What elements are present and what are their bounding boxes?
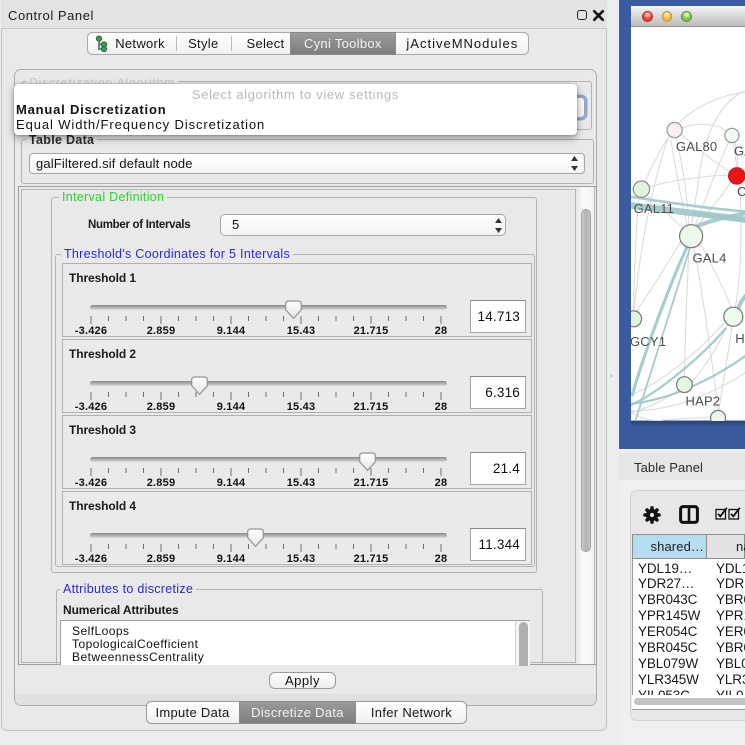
svg-text:GA: GA bbox=[734, 144, 745, 159]
svg-text:GAL11: GAL11 bbox=[634, 201, 675, 216]
svg-text:C: C bbox=[737, 184, 745, 199]
svg-text:GAL4: GAL4 bbox=[693, 251, 727, 266]
svg-text:GCY1: GCY1 bbox=[631, 334, 666, 349]
svg-text:GAL80: GAL80 bbox=[676, 139, 717, 154]
svg-text:HAP2: HAP2 bbox=[686, 393, 721, 408]
svg-text:H: H bbox=[735, 331, 745, 346]
